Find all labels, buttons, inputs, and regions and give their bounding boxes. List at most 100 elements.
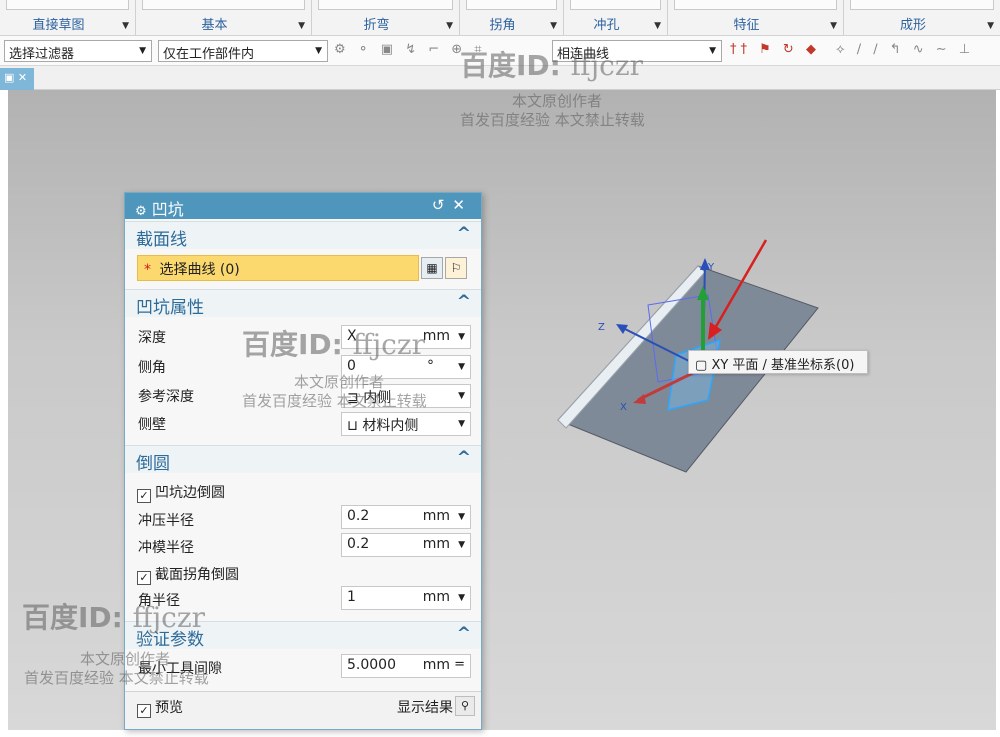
chevron-down-icon[interactable]: ▼ <box>458 540 465 550</box>
depth-label: 深度 <box>138 330 166 346</box>
ribbon-group-corner[interactable]: 拐角 ▼ <box>460 0 564 36</box>
watermark-middle: 百度ID: ffjczr <box>242 323 425 363</box>
selection-filter-value: 选择过滤器 <box>9 47 75 62</box>
chevron-down-icon[interactable]: ▼ <box>830 21 837 31</box>
plane-icon: ▢ <box>695 358 708 373</box>
gear-icon: ⚙ <box>135 204 147 219</box>
side-wall-select[interactable]: ⊔ 材料内侧 ▼ <box>341 412 471 436</box>
chevron-down-icon[interactable]: ▼ <box>987 21 994 31</box>
chevron-down-icon: ▼ <box>709 46 716 56</box>
watermark-bottom: 百度ID: ffjczr <box>22 596 205 636</box>
curve-toolbar-icons[interactable]: ⟡ ∕ ∕ ↰ ∿ ∼ ⊥ <box>836 42 974 57</box>
checkbox-checked-icon[interactable]: ✓ <box>137 571 151 585</box>
side-wall-value: 材料内侧 <box>362 418 419 434</box>
dialog-footer: ✓ 预览 显示结果 ⚲ <box>125 691 481 729</box>
ribbon-group-label: 冲孔 <box>593 18 620 33</box>
ribbon-group-basic[interactable]: 基本 ▼ <box>136 0 312 36</box>
watermark-brand: 百度ID: <box>22 601 123 634</box>
section-title: 倒圆 <box>136 454 170 474</box>
preview-label: 预览 <box>155 700 183 716</box>
section-corner-checkbox[interactable]: ✓ 截面拐角倒圆 <box>137 564 239 585</box>
min-gap-unit: mm <box>422 657 450 673</box>
caret-up-icon[interactable]: ^ <box>457 292 471 312</box>
x-axis-label: X <box>620 402 627 413</box>
ribbon-group-punch[interactable]: 冲孔 ▼ <box>564 0 668 36</box>
ribbon-group-bar: 直接草图 ▼ 基本 ▼ 折弯 ▼ 拐角 ▼ 冲孔 ▼ 特征 ▼ 成形 ▼ <box>0 0 1000 36</box>
reset-icon[interactable]: ↺ <box>432 196 453 214</box>
section-header-curve[interactable]: 截面线 ^ <box>125 221 481 250</box>
checkbox-checked-icon[interactable]: ✓ <box>137 489 151 503</box>
ribbon-group-label: 成形 <box>899 18 926 33</box>
required-star: * <box>144 262 151 278</box>
chevron-down-icon[interactable]: ▼ <box>550 21 557 31</box>
caret-up-icon[interactable]: ^ <box>457 624 471 644</box>
ribbon-group-direct-sketch[interactable]: 直接草图 ▼ <box>0 0 136 36</box>
selection-filter-dropdown[interactable]: 选择过滤器 ▼ <box>4 40 152 62</box>
round-edge-checkbox[interactable]: ✓ 凹坑边倒圆 <box>137 482 225 503</box>
chevron-down-icon: ▼ <box>315 46 322 56</box>
ribbon-group-label: 拐角 <box>489 18 516 33</box>
round-edge-label: 凹坑边倒圆 <box>155 485 225 501</box>
watermark-line1: 本文原创作者 <box>512 92 603 110</box>
preview-checkbox[interactable]: ✓ 预览 <box>137 697 183 718</box>
depth-unit: mm <box>422 328 450 344</box>
chevron-down-icon[interactable]: ▼ <box>446 21 453 31</box>
watermark-line2: 首发百度经验 本文禁止转载 <box>24 669 209 687</box>
section-header-properties[interactable]: 凹坑属性 ^ <box>125 289 481 318</box>
corner-radius-value: 1 <box>347 589 356 605</box>
ref-depth-label: 参考深度 <box>138 389 194 405</box>
frame-bottom <box>0 730 1000 737</box>
chevron-down-icon[interactable]: ▼ <box>298 21 305 31</box>
chevron-down-icon[interactable]: ▼ <box>458 362 465 372</box>
ribbon-group-bend[interactable]: 折弯 ▼ <box>312 0 460 36</box>
chevron-down-icon[interactable]: ▼ <box>654 21 661 31</box>
select-curve-field[interactable]: * 选择曲线 (0) <box>137 255 419 281</box>
dialog-title-bar[interactable]: ⚙ 凹坑 ↺✕ <box>125 193 481 219</box>
caret-up-icon[interactable]: ^ <box>457 448 471 468</box>
watermark-top: 百度ID: ffjczr <box>460 44 643 84</box>
punch-radius-unit: mm <box>422 508 450 524</box>
caret-up-icon[interactable]: ^ <box>457 224 471 244</box>
z-axis-label: Z <box>598 322 605 333</box>
corner-radius-input[interactable]: 1 mm ▼ <box>341 586 471 610</box>
chevron-down-icon[interactable]: ▼ <box>122 21 129 31</box>
watermark-line1: 本文原创作者 <box>80 650 171 668</box>
document-tab[interactable]: ▣ ✕ <box>0 68 34 90</box>
frame-right <box>996 90 1000 737</box>
curve-select-icon[interactable]: ▦ <box>421 257 443 279</box>
side-wall-label: 侧壁 <box>138 417 166 433</box>
chevron-down-icon[interactable]: ▼ <box>458 593 465 603</box>
checkbox-checked-icon[interactable]: ✓ <box>137 704 151 718</box>
section-header-rounding[interactable]: 倒圆 ^ <box>125 445 481 474</box>
part-icon: ▣ <box>4 71 15 84</box>
selection-scope-value: 仅在工作部件内 <box>163 47 255 62</box>
punch-radius-label: 冲压半径 <box>138 513 194 529</box>
sketch-section-icon[interactable]: ⚐ <box>445 257 467 279</box>
chevron-down-icon[interactable]: ▼ <box>458 419 465 429</box>
side-angle-label: 侧角 <box>138 360 166 376</box>
punch-radius-input[interactable]: 0.2 mm ▼ <box>341 505 471 529</box>
ribbon-group-label: 特征 <box>733 18 760 33</box>
close-icon[interactable]: ✕ <box>18 71 27 84</box>
show-result-button[interactable]: 显示结果 <box>397 697 453 717</box>
chevron-down-icon[interactable]: ▼ <box>458 332 465 342</box>
intent-toolbar-icons[interactable]: †† ⚑ ↻ ◆ <box>730 42 820 57</box>
magnifier-icon[interactable]: ⚲ <box>455 696 475 716</box>
die-radius-value: 0.2 <box>347 536 370 552</box>
section-title: 凹坑属性 <box>136 298 204 318</box>
close-icon[interactable]: ✕ <box>452 196 473 214</box>
ribbon-group-label: 直接草图 <box>32 18 85 33</box>
ribbon-group-feature[interactable]: 特征 ▼ <box>668 0 844 36</box>
min-gap-input[interactable]: 5.0000 mm = <box>341 654 471 678</box>
dialog-title: 凹坑 <box>151 200 184 219</box>
chevron-down-icon[interactable]: ▼ <box>458 512 465 522</box>
watermark-brand: 百度ID: <box>242 328 343 361</box>
chevron-down-icon[interactable]: ▼ <box>458 391 465 401</box>
material-inside-icon: ⊔ <box>347 418 358 434</box>
ribbon-group-forming[interactable]: 成形 ▼ <box>844 0 1000 36</box>
watermark-line2: 首发百度经验 本文禁止转载 <box>242 392 427 410</box>
selection-scope-dropdown[interactable]: 仅在工作部件内 ▼ <box>158 40 328 62</box>
die-radius-input[interactable]: 0.2 mm ▼ <box>341 533 471 557</box>
watermark-id: ffjczr <box>352 328 426 361</box>
ribbon-group-label: 基本 <box>201 18 228 33</box>
